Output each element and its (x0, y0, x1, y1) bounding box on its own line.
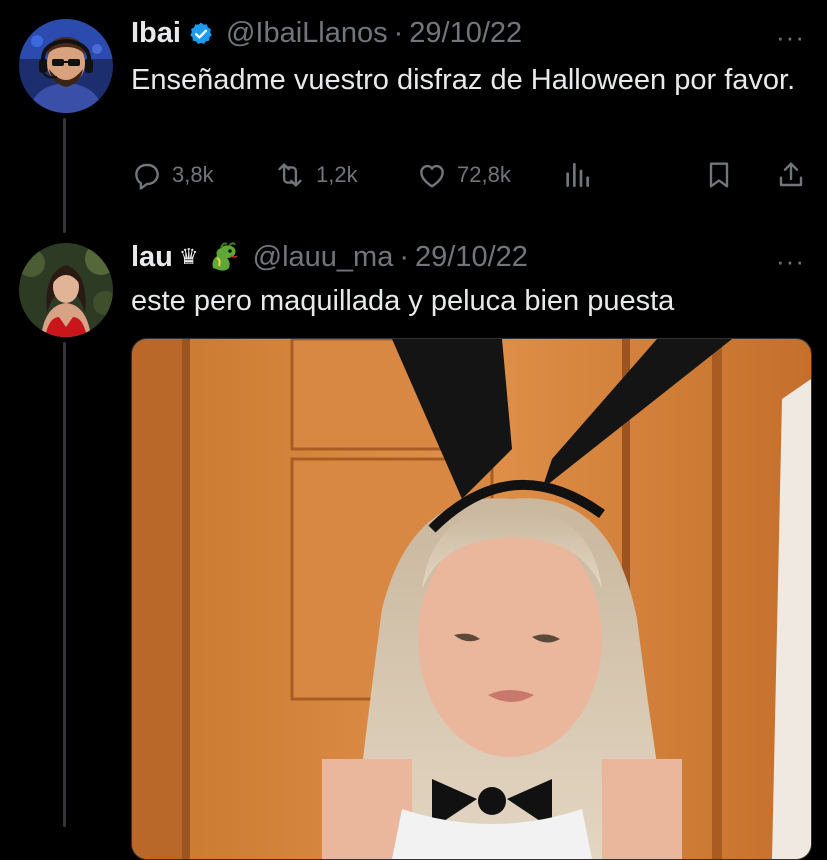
retweet-icon (278, 163, 302, 187)
retweet-count: 1,2k (316, 162, 358, 187)
more-options-icon[interactable]: ··· (776, 248, 805, 274)
more-options-icon[interactable]: ··· (776, 24, 805, 50)
retweet-button[interactable]: 1,2k (273, 159, 358, 191)
thread-line-bottom (63, 342, 66, 827)
tweet1-header: Ibai @IbaiLlanos · 29/10/22 (131, 17, 522, 50)
share-icon (779, 162, 803, 187)
share-button[interactable] (775, 159, 807, 191)
display-name[interactable]: Ibai (131, 17, 181, 50)
avatar-lau[interactable] (19, 243, 113, 337)
separator: · (393, 17, 404, 49)
bookmark-button[interactable] (703, 159, 735, 191)
reply-icon (135, 163, 159, 190)
views-button[interactable] (561, 159, 593, 191)
heart-icon (420, 164, 444, 188)
like-count: 72,8k (457, 162, 511, 187)
analytics-icon (566, 163, 589, 187)
reply-count: 3,8k (172, 162, 214, 187)
tweet1-actions: 3,8k 1,2k 72,8k (131, 155, 811, 195)
avatar-ibai[interactable] (19, 19, 113, 113)
tweet-text: Enseñadme vuestro disfraz de Halloween p… (131, 64, 796, 96)
display-name[interactable]: lau (131, 241, 173, 274)
dragon-emoji-icon (207, 240, 241, 274)
verified-badge-icon (188, 21, 214, 47)
tweet-date[interactable]: 29/10/22 (409, 17, 522, 50)
bookmark-icon (709, 162, 729, 188)
handle[interactable]: @lauu_ma (253, 241, 394, 274)
tweet-date[interactable]: 29/10/22 (415, 241, 528, 274)
crown-emoji: ♛ (178, 244, 199, 269)
handle[interactable]: @IbaiLlanos (226, 17, 388, 50)
reply-button[interactable]: 3,8k (131, 159, 214, 191)
separator: · (399, 240, 409, 273)
tweet-photo[interactable] (131, 338, 812, 860)
thread-line-top (63, 118, 66, 233)
like-button[interactable]: 72,8k (416, 159, 511, 191)
tweet2-header: lau ♛ @lauu_ma · 29/10/22 (131, 240, 528, 274)
tweet-text: este pero maquillada y peluca bien puest… (131, 285, 675, 317)
